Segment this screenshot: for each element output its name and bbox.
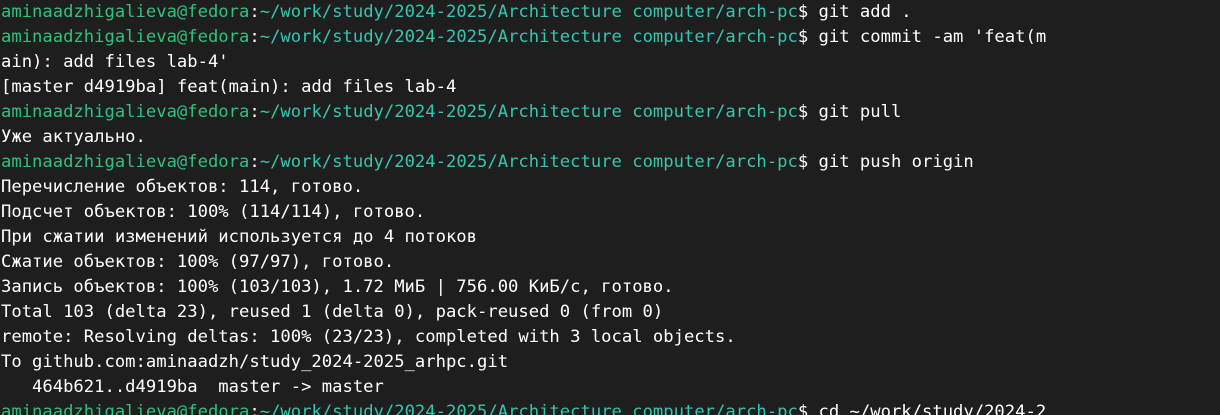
- prompt-path: ~/work/study/2024-2025/Architecture comp…: [259, 152, 798, 172]
- terminal-line-output: [master d4919ba] feat(main): add files l…: [1, 77, 457, 97]
- prompt-path: ~/work/study/2024-2025/Architecture comp…: [259, 102, 798, 122]
- command-text: git add .: [818, 2, 912, 22]
- terminal-output: aminaadzhigalieva@fedora:~/work/study/20…: [0, 0, 1220, 415]
- command-text: git pull: [818, 102, 902, 122]
- prompt-colon: :: [249, 402, 260, 415]
- terminal-line-output: Сжатие объектов: 100% (97/97), готово.: [1, 252, 395, 272]
- command-text: cd ~/work/study/2024-2: [818, 402, 1047, 415]
- command-text: git push origin: [818, 152, 974, 172]
- prompt-dollar: $: [797, 27, 819, 47]
- prompt-colon: :: [249, 27, 260, 47]
- terminal-line-output: To github.com:aminaadzh/study_2024-2025_…: [1, 352, 509, 372]
- prompt-dollar: $: [797, 402, 819, 415]
- terminal-line-prompt: aminaadzhigalieva@fedora:~/work/study/20…: [0, 100, 1220, 125]
- prompt-user-host: aminaadzhigalieva@fedora: [1, 402, 250, 415]
- terminal-line-output: Уже актуально.: [1, 127, 146, 147]
- terminal-line-output: 464b621..d4919ba master -> master: [1, 377, 384, 397]
- terminal-line-output: ain): add files lab-4': [1, 52, 229, 72]
- prompt-path: ~/work/study/2024-2025/Architecture comp…: [259, 27, 798, 47]
- prompt-dollar: $: [797, 2, 819, 22]
- terminal-line-output: Запись объектов: 100% (103/103), 1.72 Ми…: [1, 277, 674, 297]
- terminal-line-output: Подсчет объектов: 100% (114/114), готово…: [1, 202, 426, 222]
- prompt-dollar: $: [797, 152, 819, 172]
- terminal-line-output: remote: Resolving deltas: 100% (23/23), …: [1, 327, 736, 347]
- prompt-colon: :: [249, 152, 260, 172]
- prompt-user-host: aminaadzhigalieva@fedora: [1, 102, 250, 122]
- prompt-user-host: aminaadzhigalieva@fedora: [1, 2, 250, 22]
- prompt-path: ~/work/study/2024-2025/Architecture comp…: [259, 402, 798, 415]
- prompt-colon: :: [249, 2, 260, 22]
- terminal-line-prompt: aminaadzhigalieva@fedora:~/work/study/20…: [0, 25, 1220, 50]
- terminal-line-prompt: aminaadzhigalieva@fedora:~/work/study/20…: [0, 400, 1220, 415]
- prompt-path: ~/work/study/2024-2025/Architecture comp…: [259, 2, 798, 22]
- prompt-user-host: aminaadzhigalieva@fedora: [1, 152, 250, 172]
- terminal-line-output: Перечисление объектов: 114, готово.: [1, 177, 364, 197]
- prompt-user-host: aminaadzhigalieva@fedora: [1, 27, 250, 47]
- prompt-dollar: $: [797, 102, 819, 122]
- terminal-line-output: При сжатии изменений используется до 4 п…: [1, 227, 477, 247]
- command-text: git commit -am 'feat(m: [818, 27, 1047, 47]
- terminal-line-output: Total 103 (delta 23), reused 1 (delta 0)…: [1, 302, 664, 322]
- prompt-colon: :: [249, 102, 260, 122]
- terminal-window[interactable]: aminaadzhigalieva@fedora:~/work/study/20…: [0, 0, 1220, 415]
- terminal-line-prompt: aminaadzhigalieva@fedora:~/work/study/20…: [0, 0, 1220, 25]
- terminal-line-prompt: aminaadzhigalieva@fedora:~/work/study/20…: [0, 150, 1220, 175]
